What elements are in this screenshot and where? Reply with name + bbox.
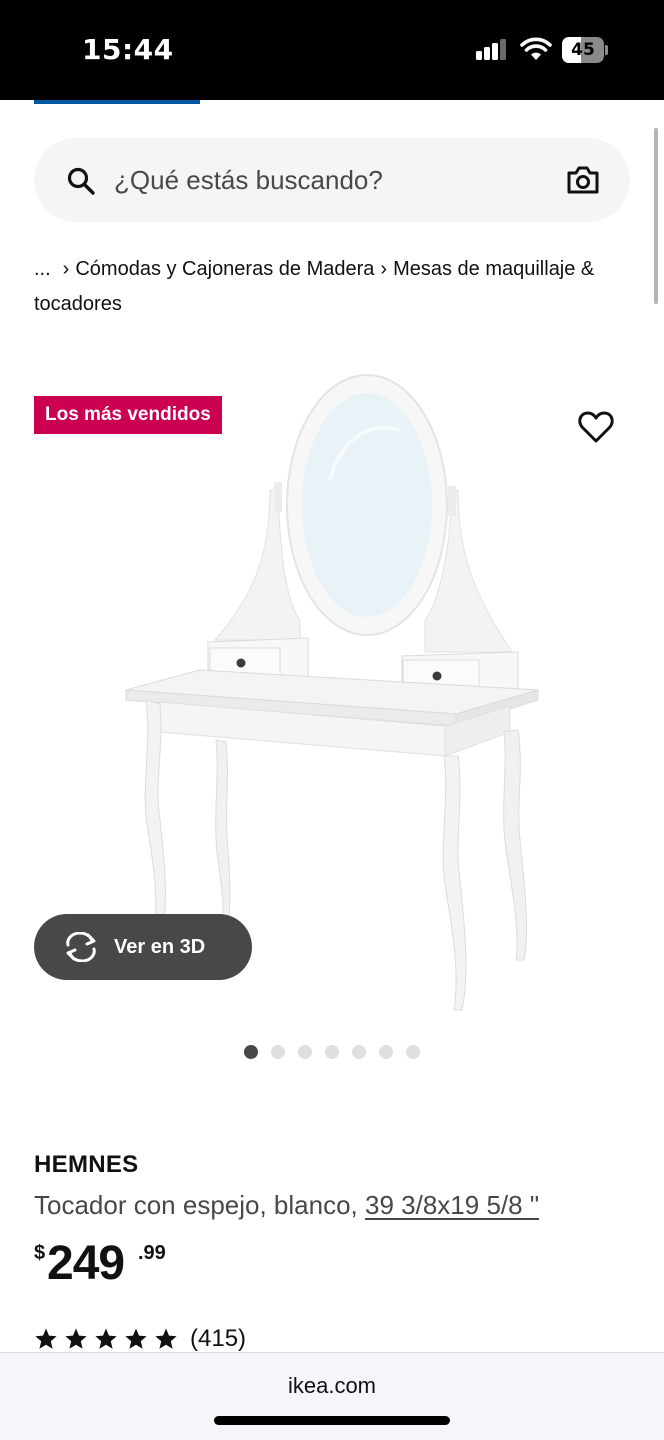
search-icon[interactable] [66, 166, 96, 196]
product-description: Tocador con espejo, blanco, 39 3/8x19 5/… [34, 1190, 539, 1221]
carousel-dot[interactable] [352, 1045, 366, 1059]
star-icon [95, 1328, 117, 1349]
carousel-dot[interactable] [379, 1045, 393, 1059]
price-decimal: .99 [138, 1242, 166, 1264]
camera-icon[interactable] [566, 164, 600, 196]
image-carousel-dots [244, 1045, 420, 1059]
chevron-right-icon: › [380, 258, 388, 280]
page-scrollbar[interactable] [654, 128, 658, 304]
wifi-icon [520, 37, 552, 60]
search-bar[interactable] [34, 138, 630, 222]
star-icon [35, 1328, 57, 1349]
star-icon [65, 1328, 87, 1349]
carousel-dot[interactable] [244, 1045, 258, 1059]
view-in-3d-button[interactable]: Ver en 3D [34, 914, 252, 980]
bestseller-badge: Los más vendidos [34, 396, 222, 434]
breadcrumb-ellipsis[interactable]: ... [34, 258, 51, 280]
home-indicator[interactable] [214, 1416, 450, 1425]
carousel-dot[interactable] [325, 1045, 339, 1059]
rating-count: (415) [190, 1325, 247, 1352]
search-input[interactable] [114, 160, 534, 200]
product-name[interactable]: HEMNES [34, 1151, 138, 1179]
carousel-dot[interactable] [271, 1045, 285, 1059]
rotate-3d-icon [66, 932, 96, 962]
product-description-text: Tocador con espejo, blanco, [34, 1190, 358, 1220]
status-bar: 15:44 45 [0, 0, 664, 100]
browser-bottom-bar: ikea.com [0, 1352, 664, 1440]
cellular-signal-icon [476, 38, 508, 60]
url-label[interactable]: ikea.com [0, 1373, 664, 1399]
product-size-link[interactable]: 39 3/8x19 5/8 " [365, 1190, 539, 1220]
star-icon [125, 1328, 147, 1349]
product-rating[interactable]: (415) [34, 1324, 246, 1354]
price-integer: 249 [47, 1237, 125, 1290]
battery-icon: 45 [562, 37, 608, 63]
battery-level: 45 [571, 40, 595, 60]
chevron-right-icon: › [62, 258, 70, 280]
heart-icon[interactable] [578, 410, 614, 444]
status-time: 15:44 [82, 33, 174, 66]
carousel-dot[interactable] [406, 1045, 420, 1059]
carousel-dot[interactable] [298, 1045, 312, 1059]
view-in-3d-label: Ver en 3D [114, 936, 206, 958]
active-nav-indicator [34, 100, 200, 104]
price-currency: $ [34, 1242, 46, 1264]
breadcrumb-item-comodas[interactable]: Cómodas y Cajoneras de Madera [75, 258, 374, 280]
breadcrumb: ... › Cómodas y Cajoneras de Madera › Mesas … [34, 252, 640, 322]
star-icon [155, 1328, 177, 1349]
